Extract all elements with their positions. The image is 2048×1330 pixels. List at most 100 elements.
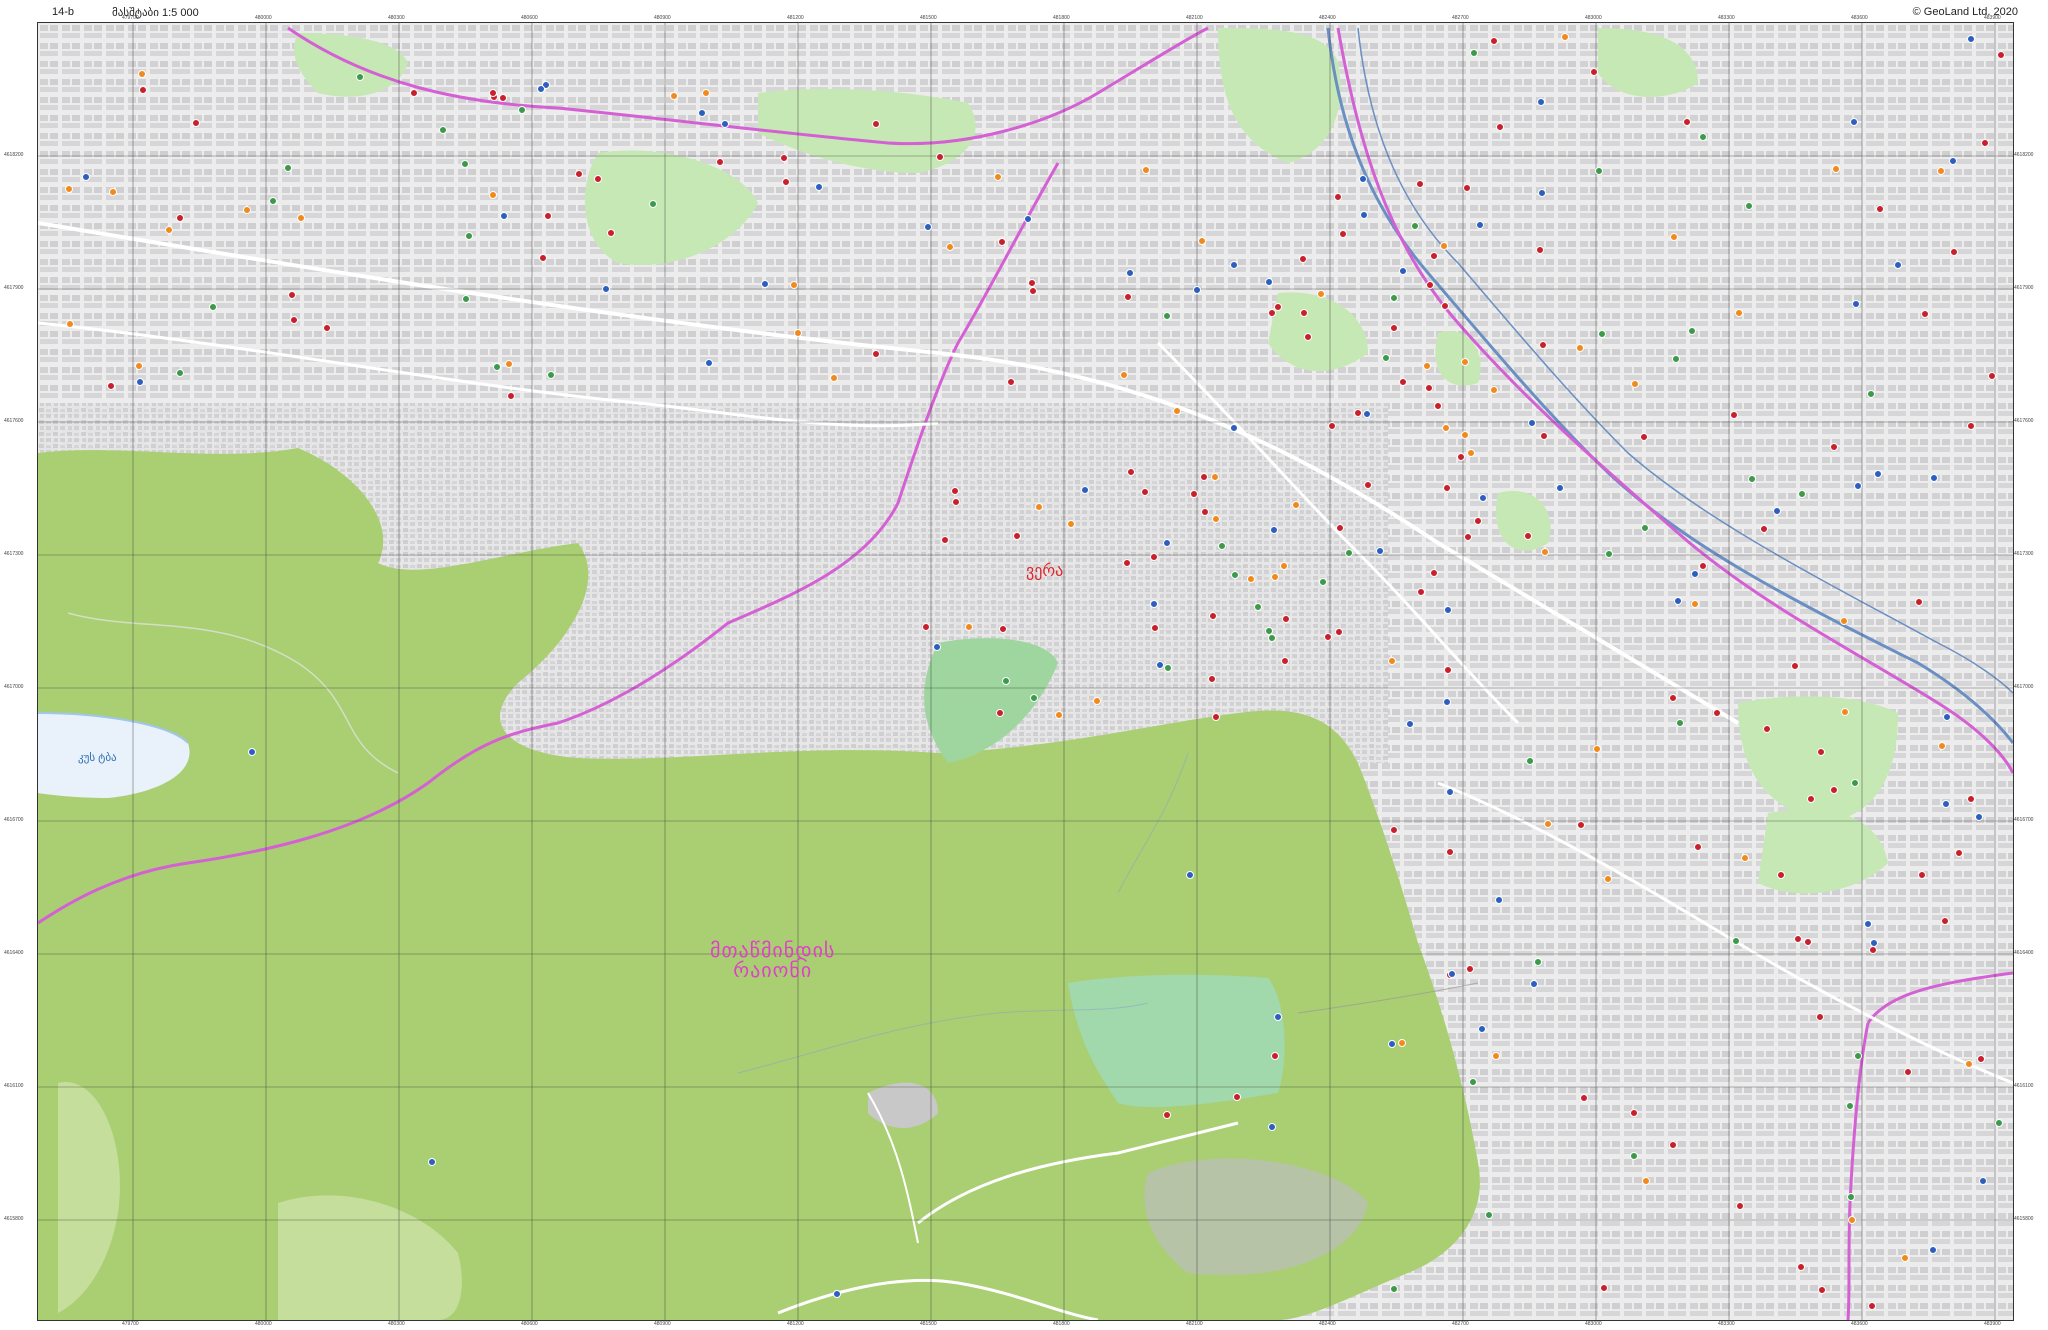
poi-marker-icon[interactable] [1675,718,1684,727]
poi-marker-icon[interactable] [1270,572,1279,581]
poi-marker-icon[interactable] [1399,266,1408,275]
poi-marker-icon[interactable] [760,280,769,289]
poi-marker-icon[interactable] [833,1290,841,1298]
poi-marker-icon[interactable] [1422,361,1431,370]
poi-marker-icon[interactable] [998,625,1007,634]
poi-marker-icon[interactable] [1875,204,1884,213]
poi-marker-icon[interactable] [1949,247,1958,256]
poi-marker-icon[interactable] [669,92,678,101]
poi-marker-icon[interactable] [1230,261,1239,269]
poi-marker-icon[interactable] [134,361,143,370]
poi-marker-icon[interactable] [439,125,448,134]
poi-marker-icon[interactable] [1776,871,1785,880]
poi-marker-icon[interactable] [1303,333,1312,342]
poi-marker-icon[interactable] [1489,36,1498,45]
poi-marker-icon[interactable] [1388,1040,1396,1048]
poi-marker-icon[interactable] [1405,720,1414,729]
poi-marker-icon[interactable] [782,177,791,186]
poi-marker-icon[interactable] [1900,1253,1909,1262]
poi-marker-icon[interactable] [1445,787,1454,796]
poi-marker-icon[interactable] [1335,524,1344,533]
poi-marker-icon[interactable] [1123,292,1132,301]
poi-marker-icon[interactable] [1540,547,1549,556]
poi-marker-icon[interactable] [1690,569,1699,578]
poi-marker-icon[interactable] [1388,656,1397,665]
poi-marker-icon[interactable] [1012,532,1021,541]
poi-marker-icon[interactable] [517,105,526,114]
poi-marker-icon[interactable] [1863,920,1872,929]
poi-marker-icon[interactable] [1806,794,1815,803]
poi-marker-icon[interactable] [1281,656,1289,665]
poi-marker-icon[interactable] [1389,293,1398,302]
poi-marker-icon[interactable] [1772,507,1781,516]
poi-marker-icon[interactable] [1731,936,1740,945]
poi-marker-icon[interactable] [1359,210,1368,219]
poi-marker-icon[interactable] [1988,371,1997,380]
poi-marker-icon[interactable] [1640,523,1649,532]
poi-marker-icon[interactable] [1967,421,1976,430]
poi-marker-icon[interactable] [1791,661,1800,670]
poi-marker-icon[interactable] [1162,538,1171,547]
poi-marker-icon[interactable] [1536,98,1545,107]
poi-marker-icon[interactable] [1475,221,1484,230]
poi-marker-icon[interactable] [1339,229,1348,238]
poi-marker-icon[interactable] [289,315,298,324]
poi-marker-icon[interactable] [175,368,184,377]
poi-marker-icon[interactable] [1353,408,1362,417]
poi-marker-icon[interactable] [1299,254,1308,263]
poi-marker-icon[interactable] [1333,192,1342,201]
poi-marker-icon[interactable] [1639,432,1648,441]
poi-marker-icon[interactable] [964,622,973,631]
poi-marker-icon[interactable] [1671,354,1680,363]
poi-marker-icon[interactable] [1149,552,1158,561]
poi-marker-icon[interactable] [248,748,256,756]
poi-marker-icon[interactable] [1748,474,1757,483]
poi-marker-icon[interactable] [1853,482,1862,491]
poi-marker-icon[interactable] [1327,421,1336,430]
poi-marker-icon[interactable] [1229,423,1238,432]
poi-marker-icon[interactable] [546,371,555,380]
poi-marker-icon[interactable] [1592,745,1601,754]
poi-marker-icon[interactable] [297,213,306,222]
poi-marker-icon[interactable] [1845,1102,1854,1111]
poi-marker-icon[interactable] [1456,453,1465,461]
poi-marker-icon[interactable] [243,205,252,214]
poi-marker-icon[interactable] [1001,677,1010,686]
poi-marker-icon[interactable] [322,323,331,332]
poi-marker-icon[interactable] [648,199,657,208]
poi-marker-icon[interactable] [538,253,547,262]
poi-marker-icon[interactable] [164,225,173,234]
poi-marker-icon[interactable] [505,359,514,368]
poi-marker-icon[interactable] [815,182,824,191]
poi-marker-icon[interactable] [1850,778,1859,787]
poi-marker-icon[interactable] [1463,532,1472,541]
poi-marker-icon[interactable] [1186,871,1194,879]
poi-marker-icon[interactable] [1490,385,1499,394]
poi-marker-icon[interactable] [1869,945,1878,954]
poi-marker-icon[interactable] [1150,623,1159,632]
poi-marker-icon[interactable] [1247,574,1256,583]
poi-marker-icon[interactable] [1478,494,1487,503]
poi-marker-icon[interactable] [1760,524,1769,533]
poi-marker-icon[interactable] [1460,357,1469,366]
poi-marker-icon[interactable] [1163,1111,1171,1119]
poi-marker-icon[interactable] [1829,786,1838,795]
poi-marker-icon[interactable] [1323,632,1332,641]
poi-marker-icon[interactable] [872,349,881,358]
poi-marker-icon[interactable] [1140,488,1149,497]
poi-marker-icon[interactable] [499,93,508,102]
poi-marker-icon[interactable] [1028,287,1037,295]
poi-marker-icon[interactable] [1943,712,1952,721]
poi-marker-icon[interactable] [1535,245,1544,254]
poi-marker-icon[interactable] [1200,508,1209,517]
poi-marker-icon[interactable] [940,536,949,545]
poi-marker-icon[interactable] [1381,354,1390,363]
poi-marker-icon[interactable] [1447,969,1456,978]
poi-marker-icon[interactable] [1429,251,1438,260]
poi-marker-icon[interactable] [1344,549,1353,557]
poi-marker-icon[interactable] [1589,68,1598,77]
poi-marker-icon[interactable] [1903,1067,1912,1076]
poi-marker-icon[interactable] [1208,611,1217,620]
poi-marker-icon[interactable] [1579,1093,1588,1102]
poi-marker-icon[interactable] [1853,1051,1862,1060]
